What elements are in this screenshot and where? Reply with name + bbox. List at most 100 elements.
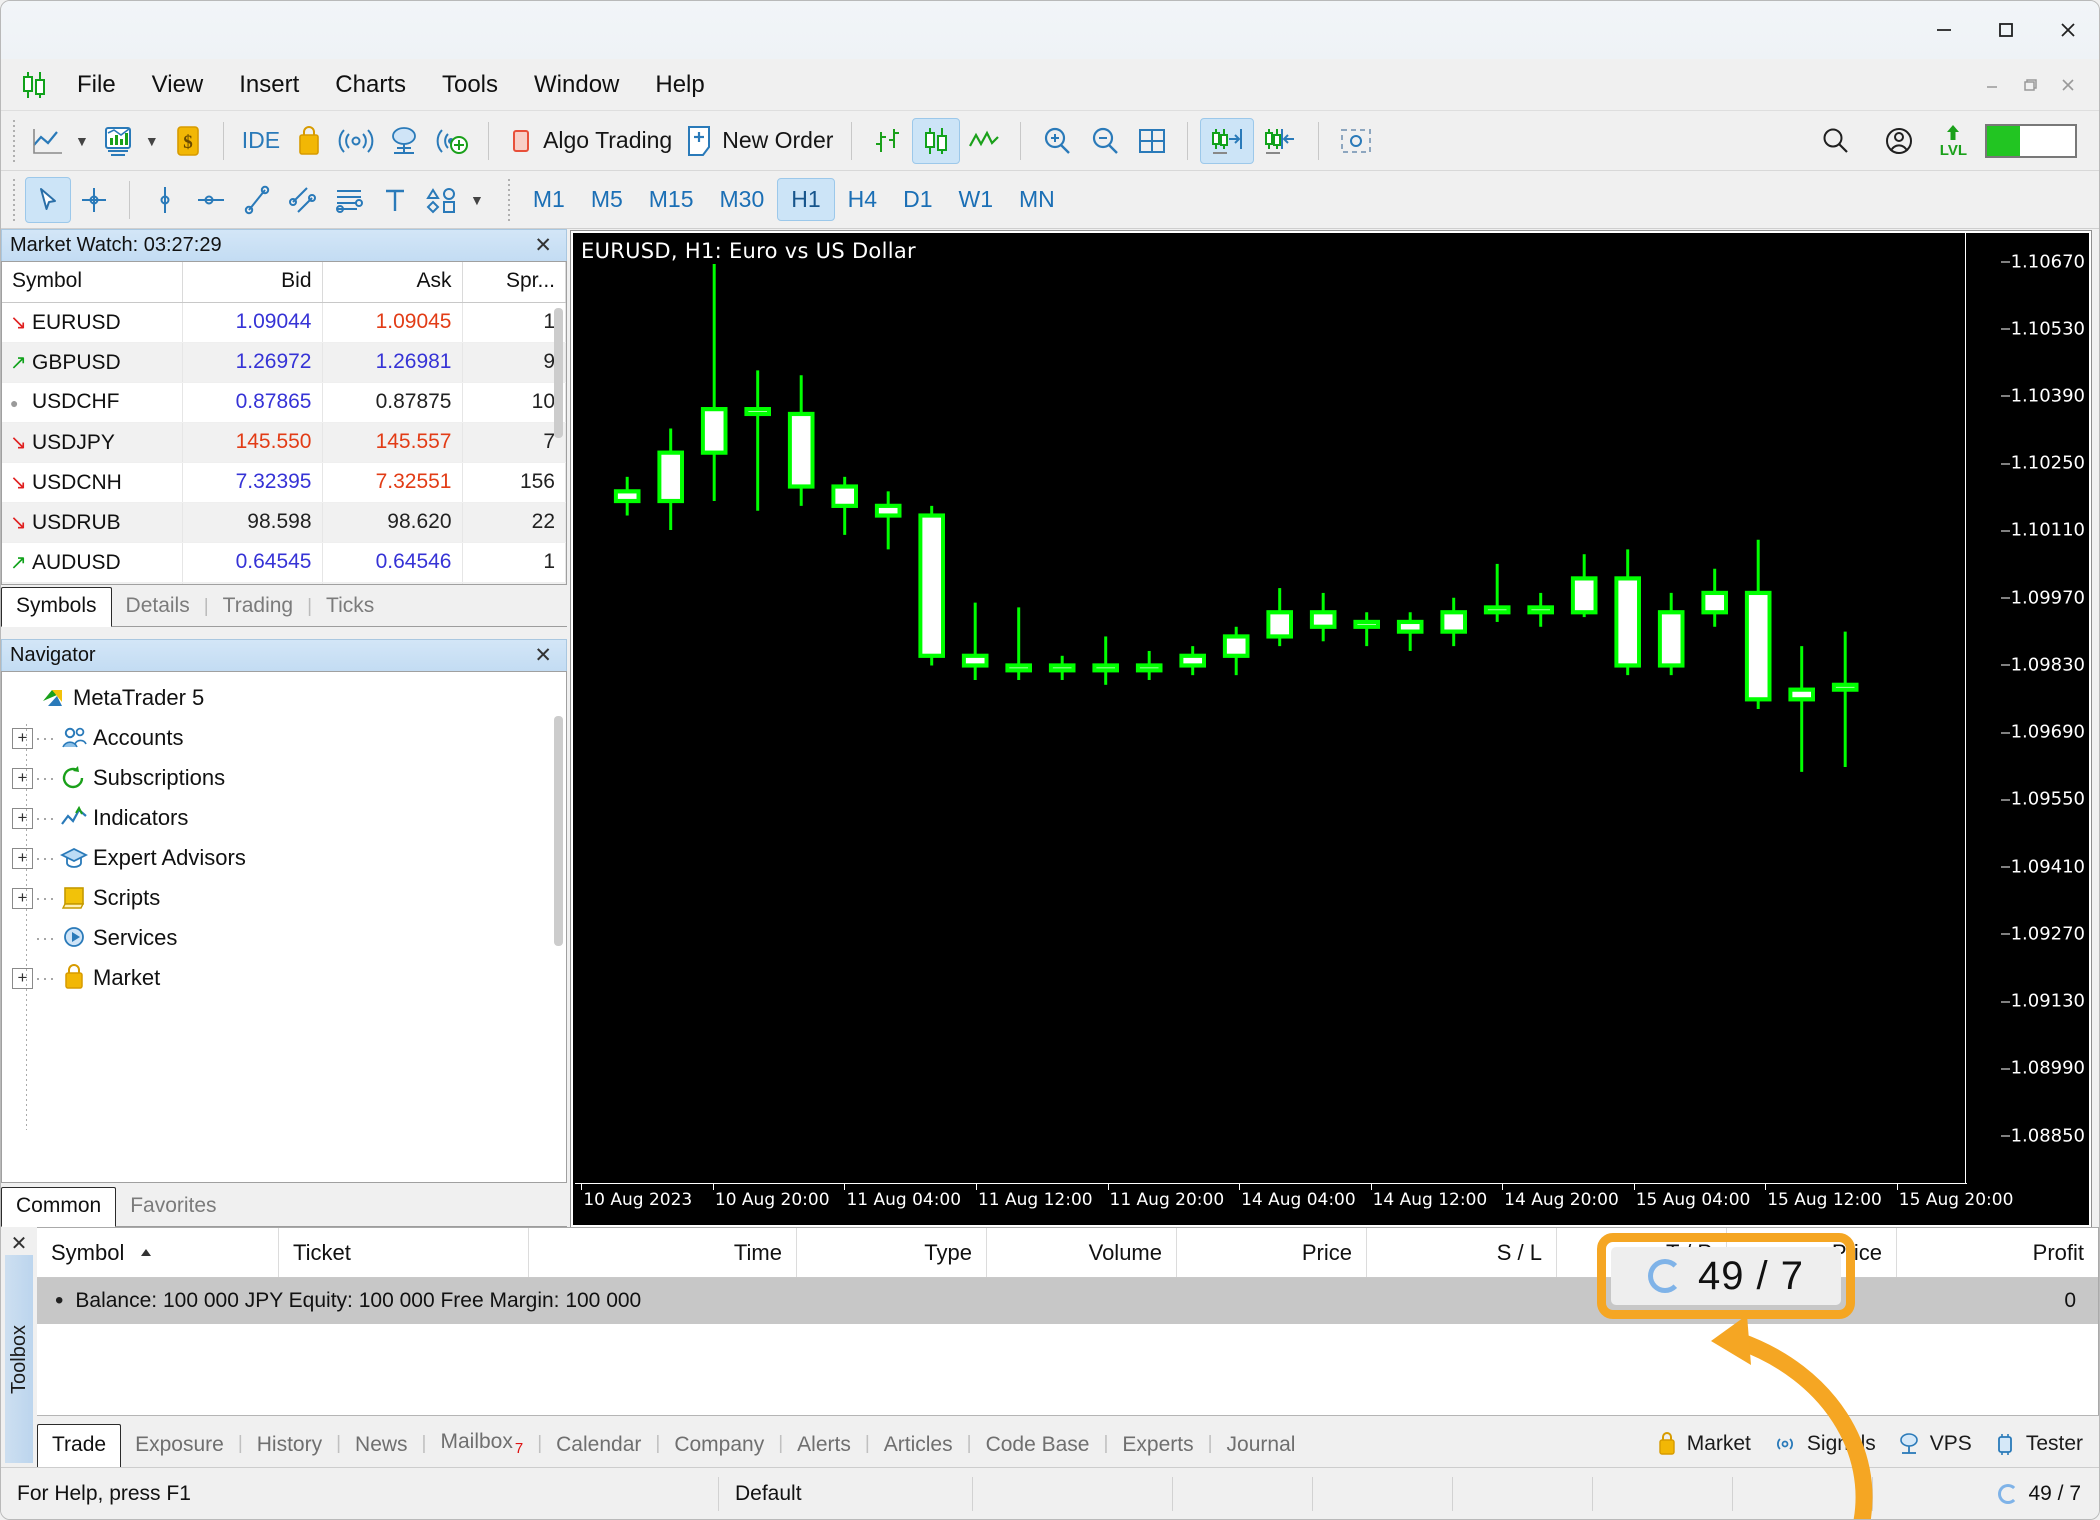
time-axis[interactable]: 10 Aug 202310 Aug 20:0011 Aug 04:0011 Au… [575, 1183, 1967, 1225]
toolbox-tab-company[interactable]: Company [660, 1425, 778, 1467]
algo-trading-button[interactable]: Algo Trading [501, 118, 678, 164]
toolbox-tab-mailbox[interactable]: Mailbox7 [426, 1422, 537, 1467]
close-icon[interactable]: ✕ [528, 233, 558, 258]
zoom-in-button[interactable] [1033, 118, 1081, 164]
toolbox-tab-journal[interactable]: Journal [1213, 1425, 1310, 1467]
timeframe-m15[interactable]: M15 [636, 179, 707, 220]
navigator-item-indicators[interactable]: +···Indicators [12, 798, 566, 838]
mdi-close-button[interactable] [2049, 68, 2087, 102]
toolbox-signals-button[interactable]: Signals [1771, 1432, 1876, 1456]
tab-ticks[interactable]: Ticks [312, 588, 388, 626]
trendline-tool-button[interactable] [234, 177, 280, 223]
menu-file[interactable]: File [59, 65, 134, 105]
timeframe-w1[interactable]: W1 [945, 179, 1006, 220]
equidistant-channel-tool-button[interactable] [280, 177, 326, 223]
toolbox-tab-trade[interactable]: Trade [37, 1424, 121, 1468]
toolbox-market-button[interactable]: Market [1655, 1431, 1751, 1457]
th-profit[interactable]: Profit [1897, 1228, 2098, 1277]
expand-icon[interactable]: + [12, 888, 33, 909]
menu-view[interactable]: View [134, 65, 222, 105]
zoom-out-button[interactable] [1081, 118, 1129, 164]
market-button[interactable] [286, 118, 332, 164]
timeframe-h4[interactable]: H4 [835, 179, 890, 220]
vertical-line-tool-button[interactable] [142, 177, 188, 223]
expand-icon[interactable]: + [12, 848, 33, 869]
th-symbol[interactable]: Symbol [37, 1228, 279, 1277]
new-order-button[interactable]: New Order [678, 118, 839, 164]
table-row[interactable]: ●USDCHF0.878650.8787510 [2, 382, 566, 422]
shapes-caret-icon[interactable]: ▼ [464, 192, 490, 208]
network-status-badge[interactable]: 49 / 7 [1611, 1247, 1841, 1305]
navigator-item-services[interactable]: ···Services [12, 918, 566, 958]
close-icon[interactable]: ✕ [1, 1227, 37, 1256]
chart-shift-button[interactable] [1254, 118, 1306, 164]
toolbox-vps-button[interactable]: VPS [1896, 1431, 1972, 1457]
th-time[interactable]: Time [529, 1228, 797, 1277]
expand-icon[interactable]: + [12, 728, 33, 749]
new-chart-caret-icon[interactable]: ▼ [139, 133, 165, 149]
timeframe-m30[interactable]: M30 [707, 179, 778, 220]
timeframe-m1[interactable]: M1 [520, 179, 578, 220]
navigator-scrollbar[interactable] [554, 716, 563, 946]
vps-button[interactable] [380, 118, 428, 164]
menu-tools[interactable]: Tools [424, 65, 516, 105]
toolbox-vertical-tab[interactable]: Toolbox [5, 1255, 33, 1463]
navigator-item-scripts[interactable]: +···Scripts [12, 878, 566, 918]
timeframe-d1[interactable]: D1 [890, 179, 945, 220]
toolbox-tab-codebase[interactable]: Code Base [972, 1425, 1104, 1467]
horizontal-line-tool-button[interactable] [188, 177, 234, 223]
copy-signal-button[interactable] [428, 118, 476, 164]
navigator-item-subscriptions[interactable]: +···Subscriptions [12, 758, 566, 798]
navigator-item-market[interactable]: +···Market [12, 958, 566, 998]
window-minimize-button[interactable] [1913, 1, 1975, 59]
th-volume[interactable]: Volume [987, 1228, 1177, 1277]
symbol-properties-button[interactable]: $ [165, 118, 211, 164]
toolbox-tester-button[interactable]: Tester [1992, 1431, 2083, 1457]
expand-icon[interactable]: + [12, 808, 33, 829]
market-watch-table-container[interactable]: Symbol Bid Ask Spr... ↘EURUSD1.090441.09… [1, 261, 567, 585]
tab-trading[interactable]: Trading [209, 588, 307, 626]
window-close-button[interactable] [2037, 1, 2099, 59]
toolbox-tab-history[interactable]: History [243, 1425, 336, 1467]
expand-icon[interactable]: + [12, 768, 33, 789]
table-row[interactable]: ↗AUDUSD0.645450.645461 [2, 542, 566, 582]
line-chart-dropdown-button[interactable] [25, 118, 71, 164]
timeframe-grip[interactable] [504, 179, 514, 221]
window-maximize-button[interactable] [1975, 1, 2037, 59]
auto-scroll-button[interactable] [1200, 118, 1254, 164]
tile-windows-button[interactable] [1129, 118, 1175, 164]
col-bid[interactable]: Bid [182, 262, 322, 302]
table-row[interactable]: ↘USDJPY145.550145.5577 [2, 422, 566, 462]
crosshair-tool-button[interactable] [71, 177, 117, 223]
shapes-tool-button[interactable] [418, 177, 466, 223]
toolbox-tab-articles[interactable]: Articles [870, 1425, 967, 1467]
bar-chart-type-button[interactable] [864, 118, 912, 164]
ide-button[interactable]: IDE [236, 118, 286, 164]
menu-window[interactable]: Window [516, 65, 637, 105]
new-chart-dropdown-button[interactable] [95, 118, 141, 164]
cursor-tool-button[interactable] [25, 177, 71, 223]
table-row[interactable]: ↘USDCNH7.323957.32551156 [2, 462, 566, 502]
chart-window[interactable]: EURUSD, H1: Euro vs US Dollar 1.106701.1… [571, 231, 2091, 1227]
col-symbol[interactable]: Symbol [2, 262, 182, 302]
toolbox-tab-calendar[interactable]: Calendar [542, 1425, 655, 1467]
tab-details[interactable]: Details [112, 588, 204, 626]
price-axis[interactable]: 1.106701.105301.103901.102501.101101.099… [1965, 233, 2089, 1183]
candlestick-chart-type-button[interactable] [912, 118, 960, 164]
tab-favorites[interactable]: Favorites [116, 1188, 230, 1226]
navigator-root[interactable]: MetaTrader 5 [12, 678, 566, 718]
mdi-minimize-button[interactable] [1973, 68, 2011, 102]
navigator-item-expert-advisors[interactable]: +···Expert Advisors [12, 838, 566, 878]
toolbox-tab-news[interactable]: News [341, 1425, 422, 1467]
timeframe-mn[interactable]: MN [1006, 179, 1068, 220]
th-type[interactable]: Type [797, 1228, 987, 1277]
lvl-indicator[interactable]: LVL [1940, 123, 1967, 158]
fibonacci-tool-button[interactable] [326, 177, 372, 223]
status-profile[interactable]: Default [719, 1477, 973, 1511]
th-ticket[interactable]: Ticket [279, 1228, 529, 1277]
toolbox-tab-experts[interactable]: Experts [1108, 1425, 1207, 1467]
table-row[interactable]: ↘EURUSD1.090441.090451 [2, 302, 566, 342]
col-ask[interactable]: Ask [322, 262, 462, 302]
timeframe-m5[interactable]: M5 [578, 179, 636, 220]
tab-symbols[interactable]: Symbols [1, 587, 112, 627]
